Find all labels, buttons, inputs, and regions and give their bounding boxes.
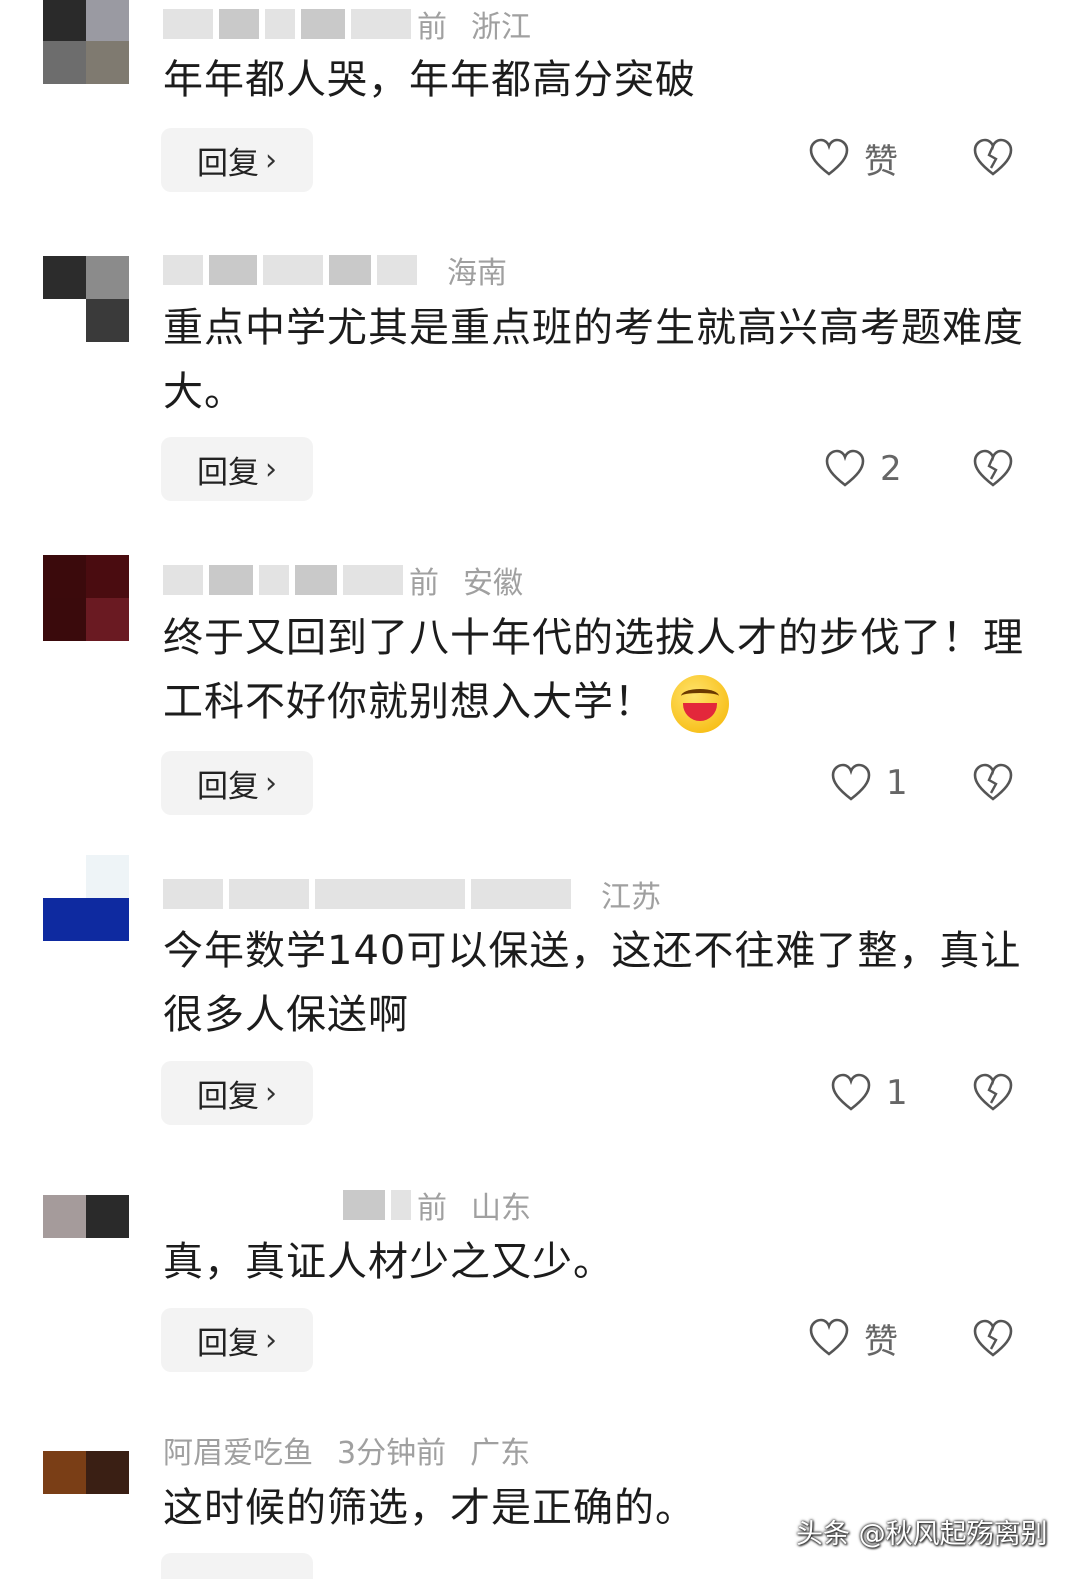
like-count: 2 — [880, 449, 902, 489]
like-count: 1 — [886, 763, 908, 803]
like-button[interactable]: 赞 — [808, 1306, 898, 1370]
reply-label: 回复 — [197, 768, 259, 805]
like-count: 赞 — [864, 141, 898, 182]
watermark: 头条 @秋风起殇离别 — [796, 1519, 1048, 1550]
comment-location: 江苏 — [601, 880, 661, 915]
reply-button[interactable]: 回复 › — [161, 1061, 313, 1125]
comment-time: 前 — [409, 566, 439, 601]
reply-label: 回复 — [197, 454, 259, 491]
comment-time: 前 — [417, 1191, 447, 1226]
avatar[interactable] — [43, 0, 129, 84]
chevron-right-icon: › — [265, 451, 277, 487]
like-count: 赞 — [864, 1321, 898, 1362]
laughing-emoji-icon — [671, 675, 729, 733]
comment-location: 海南 — [447, 256, 507, 291]
heart-icon — [809, 138, 849, 176]
like-button[interactable]: 2 — [824, 437, 902, 501]
heart-icon — [831, 1073, 871, 1111]
like-button[interactable]: 赞 — [808, 126, 898, 190]
chevron-right-icon: › — [265, 1075, 277, 1111]
reply-label: 回复 — [197, 1325, 259, 1362]
chevron-right-icon: › — [265, 1322, 277, 1358]
dislike-icon[interactable] — [972, 1073, 1014, 1113]
like-count: 1 — [886, 1073, 908, 1113]
reply-label: 回复 — [197, 145, 259, 182]
dislike-icon[interactable] — [972, 449, 1014, 489]
comment-location: 广东 — [470, 1436, 531, 1471]
chevron-right-icon: › — [265, 765, 277, 801]
avatar[interactable] — [43, 1451, 129, 1537]
dislike-icon[interactable] — [972, 1319, 1014, 1359]
reply-label: 回复 — [197, 1078, 259, 1115]
comment-meta: 阿眉爱吃鱼 3分钟前 广东 — [163, 1428, 531, 1472]
like-button[interactable]: 1 — [830, 1061, 908, 1125]
comment-text: 重点中学尤其是重点班的考生就高兴高考题难度大。 — [163, 305, 1024, 415]
avatar[interactable] — [43, 555, 129, 641]
comment-meta: 江苏 — [163, 874, 661, 915]
reply-button[interactable]: 回复 › — [161, 128, 313, 192]
like-button[interactable]: 1 — [830, 751, 908, 815]
comment-time: 3分钟前 — [337, 1436, 447, 1471]
comment-meta: 海南 — [163, 250, 507, 291]
dislike-icon[interactable] — [972, 138, 1014, 178]
comment-username[interactable]: 阿眉爱吃鱼 — [163, 1428, 313, 1472]
comment-meta: 前 浙江 — [163, 4, 531, 45]
avatar[interactable] — [43, 1195, 129, 1281]
avatar[interactable] — [43, 256, 129, 342]
comment-location: 安徽 — [463, 566, 523, 601]
chevron-right-icon: › — [265, 142, 277, 178]
heart-icon — [831, 763, 871, 801]
reply-button[interactable]: 回复 › — [161, 437, 313, 501]
comment-text-body: 终于又回到了八十年代的选拔人才的步伐了！理工科不好你就别想入大学！ — [163, 615, 1024, 725]
comment-text: 年年都人哭，年年都高分突破 — [163, 57, 696, 103]
comment-text: 真，真证人材少之又少。 — [163, 1239, 614, 1285]
heart-icon — [825, 449, 865, 487]
comment-text: 终于又回到了八十年代的选拔人才的步伐了！理工科不好你就别想入大学！ — [163, 606, 1033, 734]
comment-location: 浙江 — [471, 10, 531, 45]
avatar[interactable] — [43, 855, 129, 941]
comment-meta: 前 山东 — [163, 1185, 531, 1226]
reply-button[interactable] — [161, 1553, 313, 1579]
reply-button[interactable]: 回复 › — [161, 751, 313, 815]
comment-location: 山东 — [471, 1191, 531, 1226]
comment-meta: 前 安徽 — [163, 560, 523, 601]
dislike-icon[interactable] — [972, 763, 1014, 803]
comment-text: 今年数学140可以保送，这还不往难了整，真让很多人保送啊 — [163, 928, 1022, 1038]
heart-icon — [809, 1318, 849, 1356]
comment-time: 前 — [417, 10, 447, 45]
reply-button[interactable]: 回复 › — [161, 1308, 313, 1372]
